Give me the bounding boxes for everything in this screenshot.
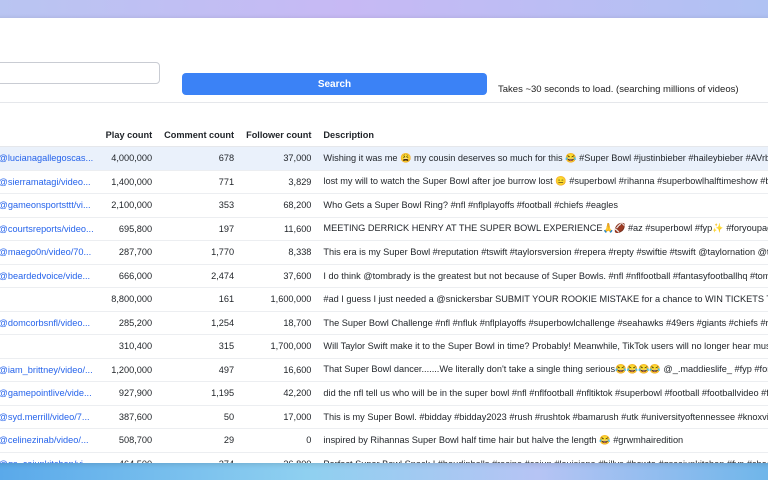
play-count-cell: 508,700 (99, 428, 159, 453)
header-url (0, 124, 100, 147)
comment-count-cell: 353 (158, 193, 241, 218)
comment-count-cell: 274 (158, 452, 241, 463)
description-cell: inspired by Rihannas Super Bowl half tim… (317, 428, 768, 453)
follower-count-cell: 37,000 (240, 146, 318, 171)
follower-count-cell: 16,600 (240, 358, 318, 382)
results-table-container: Play count Comment count Follower count … (0, 124, 768, 463)
table-row[interactable]: /@sierramatagi/video... 1,400,000 771 3,829… (0, 170, 768, 194)
follower-count-cell: 42,200 (240, 381, 318, 406)
play-count-cell: 285,200 (99, 311, 159, 335)
follower-count-cell: 37,600 (240, 264, 318, 288)
play-count-cell: 2,100,000 (99, 193, 159, 218)
description-cell: MEETING DERRICK HENRY AT THE SUPER BOWL … (317, 217, 768, 241)
play-count-cell: 310,400 (99, 334, 159, 359)
comment-count-cell: 161 (158, 287, 241, 312)
video-link[interactable] (0, 334, 100, 359)
table-row[interactable]: /@gamepointlive/vide... 927,900 1,195 42,20… (0, 381, 768, 406)
header-follower-count: Follower count (240, 124, 318, 147)
description-cell: Will Taylor Swift make it to the Super B… (317, 334, 768, 359)
comment-count-cell: 1,195 (158, 381, 241, 406)
results-table: Play count Comment count Follower count … (0, 124, 768, 463)
play-count-cell: 387,600 (99, 405, 159, 429)
play-count-cell: 1,200,000 (99, 358, 159, 382)
header-description: Description (317, 124, 768, 147)
comment-count-cell: 315 (158, 334, 241, 359)
follower-count-cell: 36,800 (240, 452, 318, 463)
follower-count-cell: 68,200 (240, 193, 318, 218)
comment-count-cell: 497 (158, 358, 241, 382)
follower-count-cell: 18,700 (240, 311, 318, 335)
comment-count-cell: 197 (158, 217, 241, 241)
play-count-cell: 8,800,000 (99, 287, 159, 312)
video-link[interactable]: /@gs_cajunkitchen/vi... (0, 452, 100, 463)
search-bar: Search Takes ~30 seconds to load. (searc… (0, 18, 768, 123)
follower-count-cell: 1,600,000 (240, 287, 318, 312)
table-row[interactable]: /@domcorbsnfl/video... 285,200 1,254 18,700… (0, 311, 768, 335)
table-body: /@lucianagallegoscas... 4,000,000 678 37,00… (0, 146, 768, 463)
video-link[interactable]: /@gameonsportsttt/vi... (0, 193, 100, 218)
search-input[interactable] (0, 62, 160, 84)
table-row[interactable]: 8,800,000 161 1,600,000 #ad I guess I just … (0, 287, 768, 312)
follower-count-cell: 8,338 (240, 240, 318, 265)
comment-count-cell: 771 (158, 170, 241, 194)
table-row[interactable]: /@courtsreports/video... 695,800 197 11,600… (0, 217, 768, 241)
video-link[interactable]: /@sierramatagi/video... (0, 170, 100, 194)
play-count-cell: 695,800 (99, 217, 159, 241)
description-cell: lost my will to watch the Super Bowl aft… (317, 170, 768, 194)
divider (0, 102, 768, 103)
app-window: Search Takes ~30 seconds to load. (searc… (0, 18, 768, 463)
video-link[interactable]: /@lucianagallegoscas... (0, 146, 100, 171)
description-cell: Wishing it was me 😩 my cousin deserves s… (317, 146, 768, 171)
follower-count-cell: 0 (240, 428, 318, 453)
video-link[interactable]: /@maego0n/video/70... (0, 240, 100, 265)
description-cell: The Super Bowl Challenge #nfl #nfluk #nf… (317, 311, 768, 335)
video-link[interactable]: /@domcorbsnfl/video... (0, 311, 100, 335)
table-row[interactable]: /@gameonsportsttt/vi... 2,100,000 353 68,20… (0, 193, 768, 218)
table-header-row: Play count Comment count Follower count … (0, 124, 768, 147)
video-link[interactable]: /@beardedvoice/vide... (0, 264, 100, 288)
table-row[interactable]: /@gs_cajunkitchen/vi...464,50027436,800P… (0, 452, 768, 463)
header-play-count: Play count (99, 124, 159, 147)
table-row[interactable]: /@beardedvoice/vide... 666,000 2,474 37,600… (0, 264, 768, 288)
video-link[interactable]: /@iam_brittney/video/... (0, 358, 100, 382)
comment-count-cell: 29 (158, 428, 241, 453)
comment-count-cell: 50 (158, 405, 241, 429)
table-row[interactable]: /@maego0n/video/70... 287,700 1,770 8,338 Th… (0, 240, 768, 265)
description-cell: #ad I guess I just needed a @snickersbar… (317, 287, 768, 312)
description-cell: This era is my Super Bowl #reputation #t… (317, 240, 768, 265)
description-cell: Perfect Super Bowl Snack ! #boudinballs … (317, 452, 768, 463)
table-row[interactable]: 310,400 315 1,700,000 Will Taylor Swift mak… (0, 334, 768, 359)
play-count-cell: 666,000 (99, 264, 159, 288)
table-row[interactable]: /@celinezinab/video/... 508,700 29 0 inspire… (0, 428, 768, 453)
comment-count-cell: 678 (158, 146, 241, 171)
table-row[interactable]: /@syd.merrill/video/7... 387,600 50 17,000 T… (0, 405, 768, 429)
play-count-cell: 287,700 (99, 240, 159, 265)
video-link[interactable] (0, 287, 100, 312)
follower-count-cell: 1,700,000 (240, 334, 318, 359)
comment-count-cell: 2,474 (158, 264, 241, 288)
table-row[interactable]: /@lucianagallegoscas... 4,000,000 678 37,00… (0, 146, 768, 171)
play-count-cell: 1,400,000 (99, 170, 159, 194)
table-row[interactable]: /@iam_brittney/video/... 1,200,000 497 16,6… (0, 358, 768, 382)
comment-count-cell: 1,770 (158, 240, 241, 265)
description-cell: This is my Super Bowl. #bidday #bidday20… (317, 405, 768, 429)
video-link[interactable]: /@gamepointlive/vide... (0, 381, 100, 406)
follower-count-cell: 3,829 (240, 170, 318, 194)
load-time-note: Takes ~30 seconds to load. (searching mi… (498, 84, 739, 95)
follower-count-cell: 17,000 (240, 405, 318, 429)
play-count-cell: 4,000,000 (99, 146, 159, 171)
description-cell: I do think @tombrady is the greatest but… (317, 264, 768, 288)
description-cell: That Super Bowl dancer.......We literall… (317, 358, 768, 382)
search-button[interactable]: Search (182, 73, 487, 95)
header-comment-count: Comment count (158, 124, 241, 147)
description-cell: did the nfl tell us who will be in the s… (317, 381, 768, 406)
comment-count-cell: 1,254 (158, 311, 241, 335)
video-link[interactable]: /@courtsreports/video... (0, 217, 100, 241)
video-link[interactable]: /@celinezinab/video/... (0, 428, 100, 453)
follower-count-cell: 11,600 (240, 217, 318, 241)
play-count-cell: 464,500 (99, 452, 159, 463)
description-cell: Who Gets a Super Bowl Ring? #nfl #nflpla… (317, 193, 768, 218)
video-link[interactable]: /@syd.merrill/video/7... (0, 405, 100, 429)
play-count-cell: 927,900 (99, 381, 159, 406)
